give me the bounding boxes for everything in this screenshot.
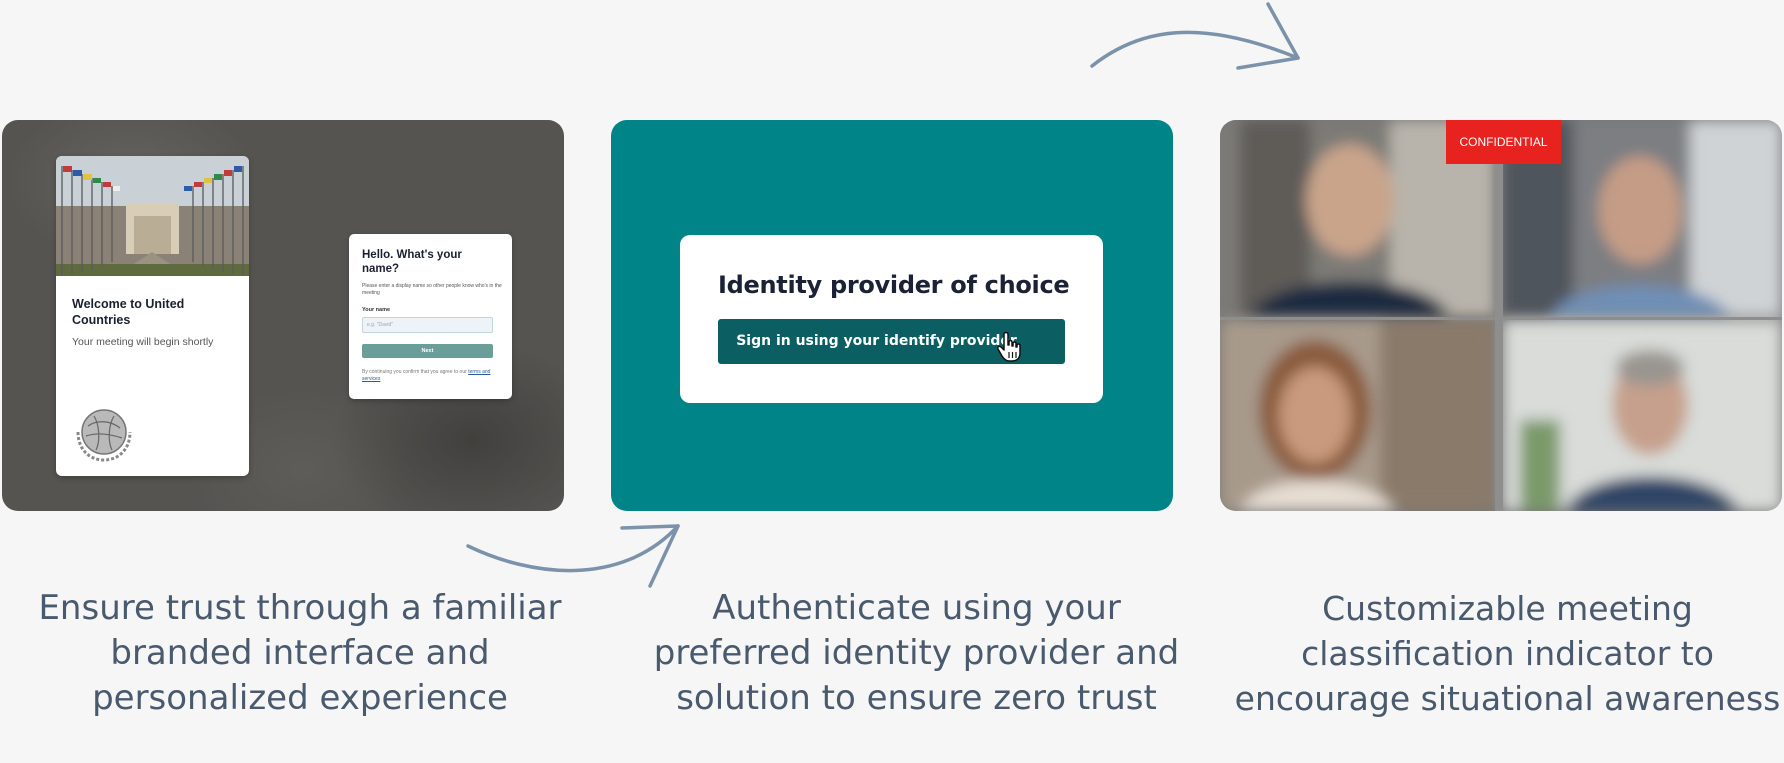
- caption-classification: Customizable meeting classification indi…: [1234, 589, 1781, 718]
- name-field-label: Your name: [362, 307, 391, 313]
- terms-prefix: By continuing you confirm that you agree…: [362, 369, 467, 375]
- globe-laurel-emblem-icon: [76, 409, 132, 462]
- name-entry-dialog: Hello. What's your name? Please enter a …: [349, 234, 512, 399]
- welcome-card: Welcome to United Countries Your meeting…: [56, 156, 249, 476]
- name-dialog-title: Hello. What's your name?: [362, 249, 462, 275]
- flags-building-photo: [56, 156, 249, 276]
- identity-provider-dialog: Identity provider of choice Sign in usin…: [680, 235, 1103, 403]
- name-input[interactable]: e.g. "David": [362, 317, 493, 333]
- branded-interface-card: Welcome to United Countries Your meeting…: [2, 120, 564, 511]
- terms-text: By continuing you confirm that you agree…: [362, 369, 502, 383]
- next-button[interactable]: Next: [362, 344, 493, 358]
- classification-badge: CONFIDENTIAL: [1446, 120, 1561, 164]
- caption-identity-provider: Authenticate using your preferred identi…: [653, 588, 1180, 718]
- name-dialog-description: Please enter a display name so other peo…: [362, 283, 502, 296]
- meeting-classification-card: CONFIDENTIAL: [1220, 120, 1782, 511]
- welcome-title: Welcome to United Countries: [72, 297, 185, 327]
- curved-arrow-bottom-icon: [466, 524, 680, 588]
- identity-provider-title: Identity provider of choice: [718, 271, 1070, 299]
- video-participant-grid: [1220, 120, 1782, 511]
- hand-pointer-icon: [997, 331, 1021, 362]
- caption-branded-interface: Ensure trust through a familiar branded …: [38, 588, 562, 718]
- identity-provider-card: Identity provider of choice Sign in usin…: [611, 120, 1173, 511]
- curved-arrow-top-icon: [1090, 2, 1300, 70]
- welcome-subtitle: Your meeting will begin shortly: [72, 336, 214, 348]
